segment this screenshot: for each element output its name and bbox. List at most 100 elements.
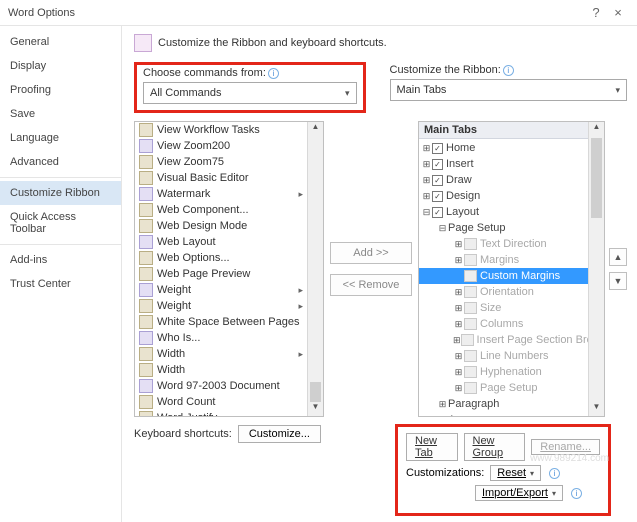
- command-item[interactable]: View Workflow Tasks: [135, 122, 307, 138]
- add-button[interactable]: Add >>: [330, 242, 412, 264]
- sidebar-addins[interactable]: Add-ins: [0, 248, 121, 272]
- tree-node[interactable]: ⊞Page Setup: [419, 380, 588, 396]
- sidebar-separator: [0, 244, 121, 245]
- command-item[interactable]: White Space Between Pages: [135, 314, 307, 330]
- ribbon-icon: [134, 34, 152, 52]
- tree-node[interactable]: ⊟✓Layout: [419, 204, 588, 220]
- sidebar-separator: [0, 177, 121, 178]
- tree-node[interactable]: ⊞Hyphenation: [419, 364, 588, 380]
- checkbox[interactable]: ✓: [432, 175, 443, 186]
- tree-item-icon: [464, 254, 477, 266]
- tree-node[interactable]: ⊞Insert Page Section Breaks: [419, 332, 588, 348]
- tree-node[interactable]: ⊞Margins: [419, 252, 588, 268]
- move-up-button[interactable]: ▲: [609, 248, 627, 266]
- choose-commands-combo[interactable]: All Commands: [143, 82, 357, 104]
- command-item[interactable]: Visual Basic Editor: [135, 170, 307, 186]
- info-icon[interactable]: i: [268, 68, 279, 79]
- customize-keyboard-button[interactable]: Customize...: [238, 425, 321, 443]
- command-icon: [139, 219, 153, 233]
- info-icon[interactable]: i: [503, 65, 514, 76]
- tree-node[interactable]: ⊞Line Numbers: [419, 348, 588, 364]
- command-icon: [139, 315, 153, 329]
- ribbon-tree[interactable]: Main Tabs ⊞✓Home⊞✓Insert⊞✓Draw⊞✓Design⊟✓…: [418, 121, 605, 417]
- scrollbar[interactable]: ▲ ▼: [307, 122, 323, 416]
- sidebar-general[interactable]: General: [0, 30, 121, 54]
- command-item[interactable]: Weight▸: [135, 282, 307, 298]
- command-item[interactable]: Web Options...: [135, 250, 307, 266]
- tree-item-icon: [464, 286, 477, 298]
- tree-node[interactable]: ⊞Columns: [419, 316, 588, 332]
- command-item[interactable]: Who Is...: [135, 330, 307, 346]
- tree-node[interactable]: ⊟Page Setup: [419, 220, 588, 236]
- command-item[interactable]: Weight▸: [135, 298, 307, 314]
- command-icon: [139, 395, 153, 409]
- choose-commands-label: Choose commands from:i: [143, 67, 357, 79]
- scroll-up-icon[interactable]: ▲: [589, 122, 604, 136]
- tree-node[interactable]: ⊞Text Direction: [419, 236, 588, 252]
- import-export-button[interactable]: Import/Export: [475, 485, 563, 501]
- remove-button[interactable]: << Remove: [330, 274, 412, 296]
- checkbox[interactable]: ✓: [432, 143, 443, 154]
- scroll-up-icon[interactable]: ▲: [308, 122, 323, 136]
- new-tab-button[interactable]: New Tab: [406, 433, 458, 461]
- reset-button[interactable]: Reset: [490, 465, 541, 481]
- info-icon[interactable]: i: [571, 488, 582, 499]
- sidebar-qat[interactable]: Quick Access Toolbar: [0, 205, 121, 241]
- scroll-down-icon[interactable]: ▼: [589, 402, 604, 416]
- highlight-commands-from: Choose commands from:i All Commands: [134, 62, 366, 113]
- tree-node[interactable]: Custom Margins: [419, 268, 588, 284]
- checkbox[interactable]: ✓: [432, 159, 443, 170]
- close-button[interactable]: ×: [607, 5, 629, 20]
- checkbox[interactable]: ✓: [432, 207, 443, 218]
- command-item[interactable]: Web Layout: [135, 234, 307, 250]
- window-title: Word Options: [8, 7, 585, 19]
- scroll-thumb[interactable]: [310, 382, 321, 402]
- command-item[interactable]: Word Justify: [135, 410, 307, 416]
- command-icon: [139, 299, 153, 313]
- checkbox[interactable]: ✓: [432, 191, 443, 202]
- customize-ribbon-combo[interactable]: Main Tabs: [390, 79, 628, 101]
- command-item[interactable]: View Zoom75: [135, 154, 307, 170]
- new-group-button[interactable]: New Group: [464, 433, 526, 461]
- customizations-label: Customizations:: [406, 467, 484, 479]
- command-item[interactable]: Word 97-2003 Document: [135, 378, 307, 394]
- command-item[interactable]: Web Page Preview: [135, 266, 307, 282]
- tree-node[interactable]: ⊞Orientation: [419, 284, 588, 300]
- tree-item-icon: [461, 334, 474, 346]
- sidebar-save[interactable]: Save: [0, 102, 121, 126]
- sidebar-customize-ribbon[interactable]: Customize Ribbon: [0, 181, 121, 205]
- command-item[interactable]: Web Design Mode: [135, 218, 307, 234]
- sidebar-language[interactable]: Language: [0, 126, 121, 150]
- tree-node[interactable]: ⊞✓Design: [419, 188, 588, 204]
- command-icon: [139, 171, 153, 185]
- command-item[interactable]: Width: [135, 362, 307, 378]
- sidebar-advanced[interactable]: Advanced: [0, 150, 121, 174]
- command-icon: [139, 139, 153, 153]
- command-item[interactable]: View Zoom200: [135, 138, 307, 154]
- command-item[interactable]: Width▸: [135, 346, 307, 362]
- tree-item-icon: [464, 318, 477, 330]
- command-item[interactable]: Web Component...: [135, 202, 307, 218]
- tree-node[interactable]: ⊞Arrange: [419, 412, 588, 416]
- scroll-thumb[interactable]: [591, 138, 602, 218]
- tree-node[interactable]: ⊞✓Draw: [419, 172, 588, 188]
- tree-node[interactable]: ⊞Size: [419, 300, 588, 316]
- scroll-down-icon[interactable]: ▼: [308, 402, 323, 416]
- sidebar-trust[interactable]: Trust Center: [0, 272, 121, 296]
- category-sidebar: General Display Proofing Save Language A…: [0, 26, 122, 522]
- tree-item-icon: [464, 350, 477, 362]
- highlight-customizations: New Tab New Group Rename... Customizatio…: [395, 424, 611, 516]
- commands-listbox[interactable]: View Workflow TasksView Zoom200View Zoom…: [134, 121, 324, 417]
- tree-node[interactable]: ⊞✓Insert: [419, 156, 588, 172]
- sidebar-proofing[interactable]: Proofing: [0, 78, 121, 102]
- command-item[interactable]: Word Count: [135, 394, 307, 410]
- command-item[interactable]: Watermark▸: [135, 186, 307, 202]
- scrollbar[interactable]: ▲ ▼: [588, 122, 604, 416]
- move-down-button[interactable]: ▼: [609, 272, 627, 290]
- tree-node[interactable]: ⊞Paragraph: [419, 396, 588, 412]
- rename-button[interactable]: Rename...: [531, 439, 600, 455]
- info-icon[interactable]: i: [549, 468, 560, 479]
- tree-node[interactable]: ⊞✓Home: [419, 140, 588, 156]
- sidebar-display[interactable]: Display: [0, 54, 121, 78]
- help-button[interactable]: ?: [585, 5, 607, 20]
